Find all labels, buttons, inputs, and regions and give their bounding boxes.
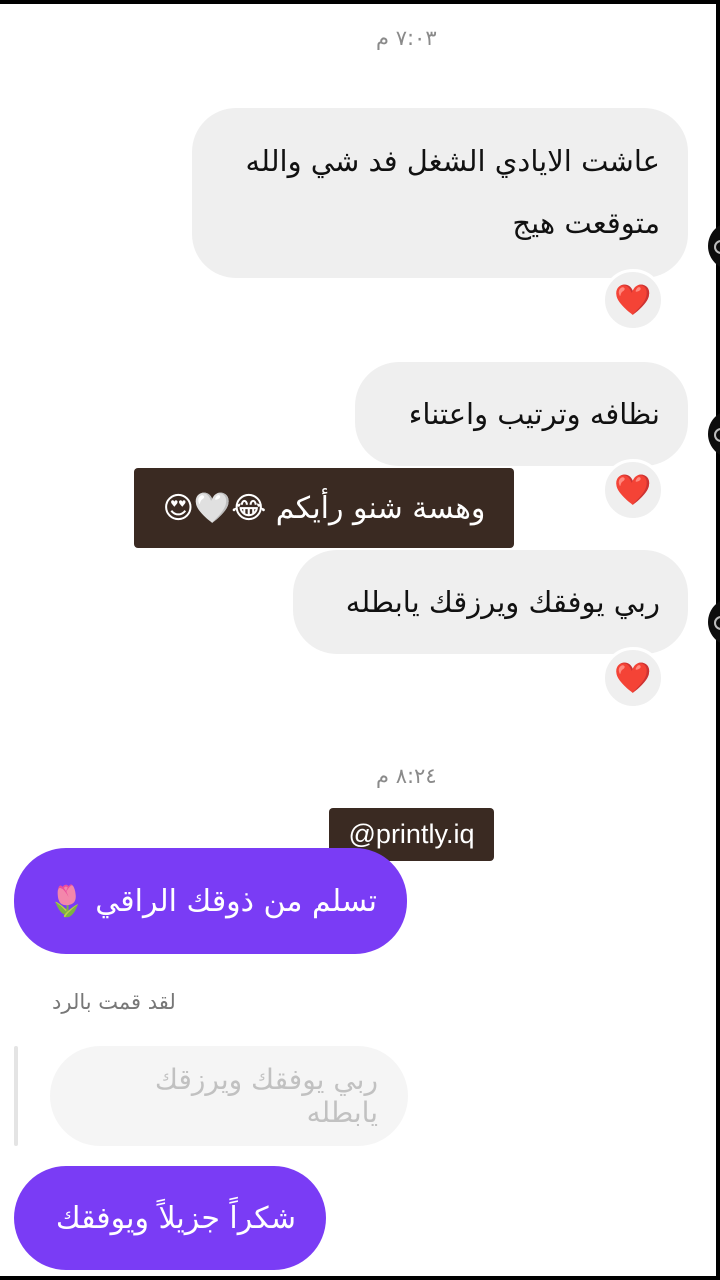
video-caption-overlay: وهسة شنو رأيكم 😂🤍😍 <box>134 468 514 548</box>
timestamp-1: ٧:٠٣ م <box>376 26 437 50</box>
incoming-message-1[interactable]: عاشت الايادي الشغل فد شي والله متوقعت هي… <box>192 108 688 278</box>
timestamp-2: ٨:٢٤ م <box>376 764 437 788</box>
incoming-message-1-line-2: متوقعت هيج <box>512 206 660 240</box>
outgoing-message-1[interactable]: تسلم من ذوقك الراقي 🌷 <box>14 848 407 954</box>
bottom-frame-border <box>0 1276 720 1280</box>
reply-indicator-bar <box>14 1046 18 1146</box>
reply-label: لقد قمت بالرد <box>52 990 176 1014</box>
incoming-message-3[interactable]: ربي يوفقك ويرزقك يابطله <box>293 550 688 654</box>
sender-avatar[interactable] <box>708 410 720 458</box>
quoted-message[interactable]: ربي يوفقك ويرزقك يابطله <box>50 1046 408 1146</box>
incoming-message-2[interactable]: نظافه وترتيب واعتناء <box>355 362 688 466</box>
sender-avatar[interactable] <box>708 598 720 646</box>
heart-reaction-icon[interactable]: ❤️ <box>602 459 664 521</box>
heart-reaction-icon[interactable]: ❤️ <box>602 647 664 709</box>
outgoing-message-2[interactable]: شكراً جزيلاً ويوفقك <box>14 1166 326 1270</box>
top-frame-border <box>0 0 720 4</box>
incoming-message-1-line-1: عاشت الايادي الشغل فد شي والله <box>245 144 660 178</box>
sender-avatar[interactable] <box>708 222 720 270</box>
heart-reaction-icon[interactable]: ❤️ <box>602 269 664 331</box>
